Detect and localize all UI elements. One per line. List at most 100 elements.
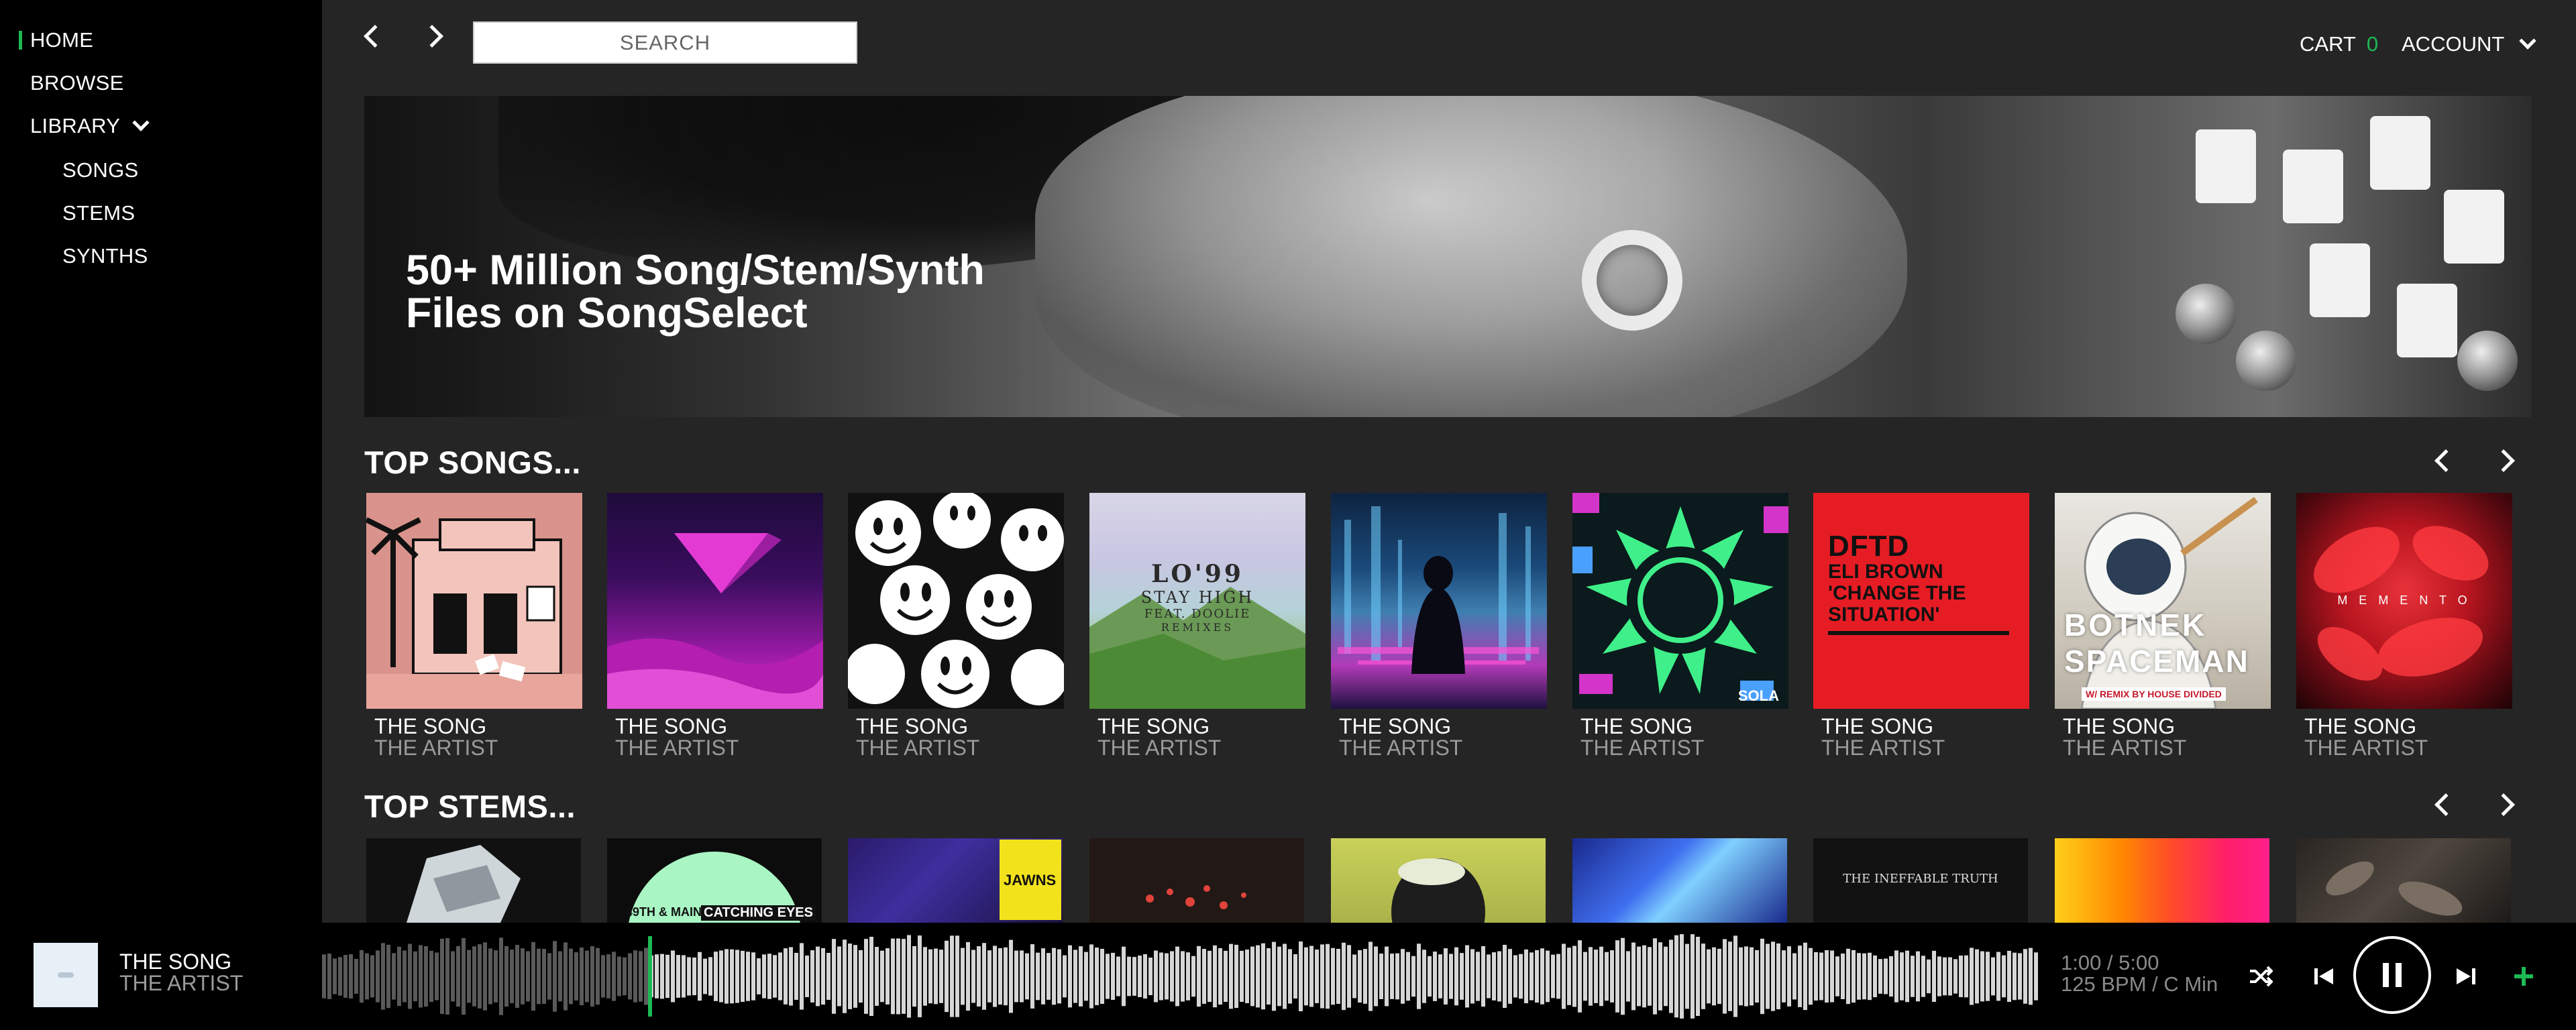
waveform-bar bbox=[360, 950, 364, 1003]
song-card[interactable]: SOLA THE SONG THE ARTIST bbox=[1572, 493, 1788, 760]
song-card[interactable]: THE SONG THE ARTIST bbox=[1331, 493, 1547, 760]
back-arrow-icon[interactable] bbox=[364, 25, 386, 48]
stem-cover-red-dots[interactable] bbox=[1089, 838, 1304, 923]
waveform-bar bbox=[1191, 956, 1195, 997]
waveform-bar bbox=[1556, 954, 1560, 999]
waveform-bar bbox=[1862, 953, 1866, 1000]
sidebar-item-synths[interactable]: SYNTHS bbox=[62, 244, 148, 268]
card-artist: THE ARTIST bbox=[2063, 736, 2187, 760]
waveform-bar bbox=[746, 952, 750, 1001]
waveform-bar bbox=[537, 948, 541, 1005]
waveform-bar bbox=[1363, 949, 1367, 1004]
waveform-bar bbox=[1937, 956, 1941, 996]
waveform-bar bbox=[413, 951, 417, 1002]
hero-title-line2: Files on SongSelect bbox=[406, 290, 808, 337]
sidebar-item-songs[interactable]: SONGS bbox=[62, 158, 138, 182]
stem-cover-catching-eyes[interactable]: 49TH & MAIN CATCHING EYES bbox=[607, 838, 822, 923]
waveform-scrubber[interactable] bbox=[322, 923, 2039, 1030]
waveform-bar bbox=[1792, 953, 1796, 1000]
waveform-bar bbox=[977, 946, 981, 1007]
waveform-bar bbox=[1186, 952, 1190, 1000]
pause-button[interactable] bbox=[2353, 936, 2431, 1014]
waveform-bar bbox=[515, 945, 519, 1008]
stem-cover-dark-flowers[interactable] bbox=[2296, 838, 2511, 923]
card-artist: THE ARTIST bbox=[1580, 736, 1705, 760]
waveform-bar bbox=[494, 950, 498, 1003]
waveform-bar bbox=[1900, 952, 1904, 1000]
waveform-bar bbox=[1481, 946, 1485, 1007]
waveform-bar bbox=[1148, 957, 1152, 996]
song-card[interactable]: LO'99 STAY HIGH FEAT. DOOLIE REMIXES THE… bbox=[1089, 493, 1305, 760]
waveform-bar bbox=[1583, 952, 1587, 1001]
waveform-bar bbox=[655, 954, 659, 998]
waveform-bar bbox=[1809, 948, 1813, 1005]
add-to-cart-icon[interactable] bbox=[2512, 964, 2536, 988]
stem-cover-blue-waves[interactable] bbox=[1572, 838, 1787, 923]
waveform-bar bbox=[1873, 955, 1877, 998]
waveform-bar bbox=[1787, 946, 1791, 1007]
waveform-bar bbox=[402, 950, 407, 1003]
waveform-bar bbox=[440, 938, 444, 1015]
waveform-bar bbox=[1986, 952, 1990, 1001]
song-card[interactable]: THE SONG THE ARTIST bbox=[607, 493, 823, 760]
now-playing-cover[interactable] bbox=[34, 943, 98, 1007]
waveform-bar bbox=[1943, 957, 1947, 996]
top-songs-prev-icon[interactable] bbox=[2434, 449, 2457, 472]
waveform-bar bbox=[853, 945, 857, 1008]
card-artist: THE ARTIST bbox=[374, 736, 498, 760]
album-cover-green-burst: SOLA bbox=[1572, 493, 1788, 709]
waveform-bar bbox=[1068, 945, 1072, 1008]
waveform-bar bbox=[1921, 956, 1925, 997]
sidebar-item-stems[interactable]: STEMS bbox=[62, 201, 135, 225]
search-input[interactable]: SEARCH bbox=[473, 21, 857, 64]
cart-button[interactable]: CART 0 bbox=[2300, 32, 2378, 56]
waveform-bar bbox=[601, 955, 605, 998]
stem-cover-jawns[interactable]: JAWNS bbox=[848, 838, 1063, 923]
account-button[interactable]: ACCOUNT bbox=[2402, 32, 2537, 56]
cover-text: SITUATION' bbox=[1828, 604, 1940, 626]
waveform-bar bbox=[1041, 948, 1045, 1005]
forward-arrow-icon[interactable] bbox=[421, 25, 443, 48]
sidebar-item-library[interactable]: LIBRARY bbox=[30, 114, 150, 138]
sidebar-item-browse[interactable]: BROWSE bbox=[30, 71, 124, 95]
stem-cover-ineffable-truth[interactable]: THE INEFFABLE TRUTH bbox=[1813, 838, 2028, 923]
waveform-bar bbox=[1755, 950, 1759, 1003]
waveform-bar bbox=[1267, 948, 1271, 1005]
stem-cover-robot[interactable] bbox=[366, 838, 581, 923]
waveform-bar bbox=[1798, 946, 1802, 1007]
playhead[interactable] bbox=[648, 936, 652, 1017]
shuffle-icon[interactable] bbox=[2249, 964, 2273, 988]
song-card[interactable]: DFTD ELI BROWN 'CHANGE THE SITUATION' TH… bbox=[1813, 493, 2029, 760]
top-stems-prev-icon[interactable] bbox=[2434, 793, 2457, 816]
waveform-bar bbox=[1701, 943, 1705, 1009]
waveform-bar bbox=[1884, 958, 1888, 994]
waveform-bar bbox=[1653, 938, 1657, 1015]
waveform-bar bbox=[1846, 948, 1850, 1005]
waveform-bar bbox=[1326, 943, 1330, 1009]
waveform-bar bbox=[741, 950, 745, 1003]
cart-count: 0 bbox=[2366, 32, 2379, 56]
waveform-bar bbox=[961, 948, 965, 1005]
song-card[interactable]: THE SONG THE ARTIST bbox=[848, 493, 1064, 760]
waveform-bar bbox=[1379, 954, 1383, 999]
waveform-bar bbox=[1996, 952, 2000, 1001]
stem-cover-green-face[interactable] bbox=[1331, 838, 1546, 923]
card-artist: THE ARTIST bbox=[1821, 736, 1945, 760]
top-songs-next-icon[interactable] bbox=[2492, 449, 2515, 472]
next-track-icon[interactable] bbox=[2454, 964, 2478, 988]
song-card[interactable]: THE SONG THE ARTIST bbox=[366, 493, 582, 760]
stem-cover-sunburst[interactable] bbox=[2055, 838, 2269, 923]
waveform-bar bbox=[1529, 952, 1534, 1000]
sidebar-item-home[interactable]: HOME bbox=[30, 28, 93, 52]
waveform-bar bbox=[885, 948, 890, 1005]
hero-banner[interactable]: 50+ Million Song/Stem/Synth Files on Son… bbox=[364, 96, 2532, 417]
waveform-bar bbox=[617, 956, 621, 996]
previous-track-icon[interactable] bbox=[2312, 964, 2336, 988]
song-card[interactable]: BOTNEK SPACEMAN W/ REMIX BY HOUSE DIVIDE… bbox=[2055, 493, 2271, 760]
waveform-bar bbox=[1776, 943, 1780, 1010]
waveform-bar bbox=[1116, 956, 1120, 996]
top-stems-next-icon[interactable] bbox=[2492, 793, 2515, 816]
waveform-bar bbox=[945, 940, 949, 1013]
waveform-bar bbox=[1433, 952, 1437, 1001]
song-card[interactable]: M E M E N T O THE SONG THE ARTIST bbox=[2296, 493, 2512, 760]
